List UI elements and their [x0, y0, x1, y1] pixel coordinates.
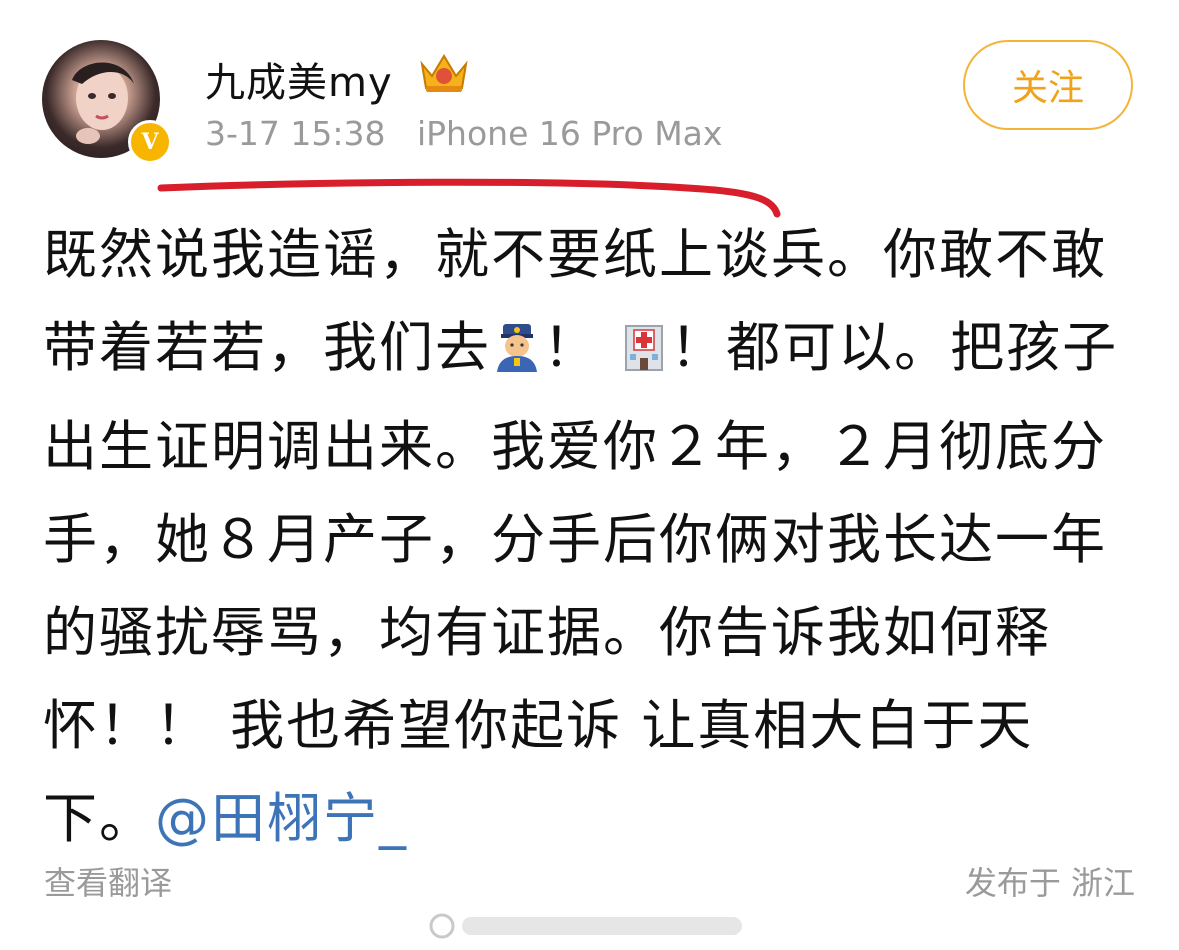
author-name[interactable]: 九成美my	[205, 50, 393, 108]
post-text-part-2: ！	[543, 316, 599, 379]
post-text-part-3: ！都可以。把孩子出生证明调出来。我爱你２年，２月彻底分手，她８月产子，分手后你俩…	[43, 316, 1119, 850]
post-content: 既然说我造谣，就不要纸上谈兵。你敢不敢带着若若，我们去！ ！都可以。把孩子出生证…	[43, 208, 1138, 865]
watermark-logo	[428, 908, 748, 948]
verified-badge-icon: V	[128, 120, 172, 164]
police-officer-emoji-icon	[491, 307, 543, 400]
post-timestamp: 3-17 15:38	[205, 114, 386, 153]
hospital-emoji-icon	[618, 307, 670, 400]
post-meta: 3-17 15:38 iPhone 16 Pro Max	[205, 114, 722, 153]
follow-button[interactable]: 关注	[963, 40, 1133, 130]
translate-link[interactable]: 查看翻译	[44, 858, 172, 904]
crown-badge-icon	[418, 50, 470, 98]
post-device: iPhone 16 Pro Max	[416, 114, 723, 153]
post-location: 发布于 浙江	[964, 864, 1135, 902]
mention-link[interactable]: @田栩宁_	[155, 787, 408, 850]
